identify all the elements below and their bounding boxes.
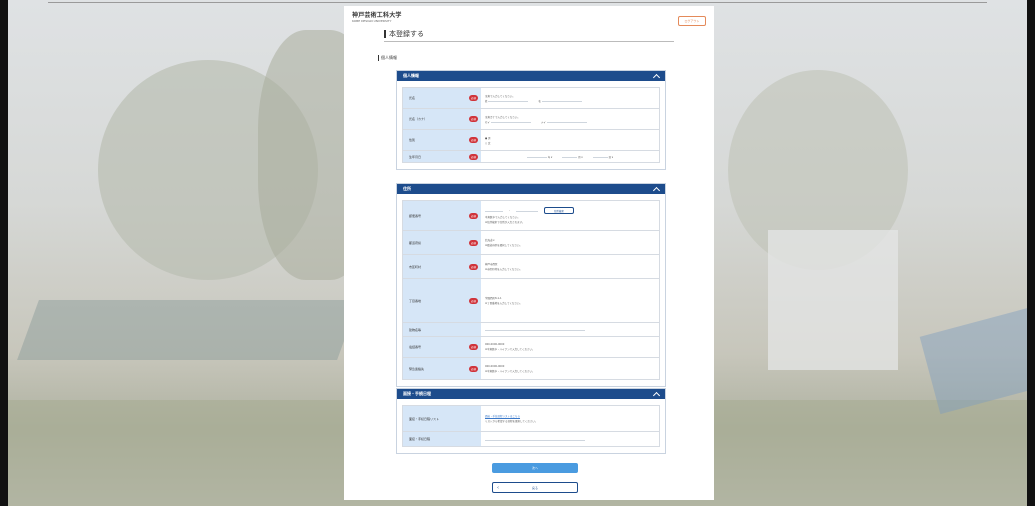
street-input[interactable]: 学園西町8-1-1 [485,296,655,300]
registration-page: 神戸芸術工科大学 KOBE DESIGN UNIVERSITY ログアウト 本登… [344,6,714,500]
field-hint: ※住所検索で住所が入力されます。 [485,221,525,224]
required-badge: 必須 [468,153,478,160]
field-label: 面接・手続日程 [409,437,431,441]
birth-month-select[interactable]: 月 ▾ [562,155,583,159]
field-hint: ※市区町村を入力してください。 [485,268,522,271]
postal-code-input-2[interactable] [515,209,538,212]
personal-info-header[interactable]: 個人情報 [397,71,665,81]
phone-input[interactable]: 000-0000-0000 [485,343,655,346]
field-label: 氏名（カナ） [409,117,428,121]
form-row-birthday: 生年月日 必須 年 ▾ 月 ▾ 日 ▾ [403,151,659,162]
field-label: 市区町村 [409,264,422,269]
gender-radio-female[interactable]: ○ 女 [485,141,655,145]
schedule-list-link[interactable]: 面接・手続日程リストはこちら [485,414,655,418]
required-badge: 必須 [468,297,478,304]
form-row-gender: 性別 必須 ● 男 ○ 女 [403,130,659,151]
field-label: 氏名 [409,96,416,100]
field-label: 都道府県 [409,240,422,245]
required-badge: 必須 [468,116,478,122]
title-divider [384,41,674,42]
form-row-prefecture: 都道府県 必須 北海道 ▾ ※都道府県を選択してください。 [403,231,659,255]
form-row-name-kana: 氏名（カナ） 必須 全角カナで入力してください。 セイ メイ [403,109,659,130]
field-label: 緊急連絡先 [409,366,425,371]
form-row-name: 氏名 必須 全角で入力してください。 姓 名 [403,88,659,109]
logout-button[interactable]: ログアウト [678,16,706,26]
building-input[interactable] [485,328,585,331]
field-hint: ※丁目番地を入力してください。 [485,302,522,305]
back-button[interactable]: ‹ 戻る [492,482,578,493]
required-badge: 必須 [468,365,478,372]
schedule-section: 面接・手続日程 面接・手続日程リスト 面接・手続日程リストはこちら リストから希… [396,388,666,454]
last-name-input[interactable]: 姓 [485,99,529,103]
chevron-up-icon[interactable] [652,391,661,399]
field-label: 面接・手続日程リスト [409,416,440,421]
form-row-street: 丁目番地 必須 学園西町8-1-1 ※丁目番地を入力してください。 [403,279,659,323]
last-name-kana-input[interactable]: セイ [485,120,531,124]
required-badge: 必須 [468,263,478,270]
form-row-postal-code: 郵便番号 必須 - 住所検索 半角数字で入力してください。 ※住所検索で住所が入力… [403,201,659,231]
chevron-left-icon: ‹ [497,484,499,491]
required-badge: 必須 [468,137,478,143]
required-badge: 必須 [468,239,478,246]
form-row-schedule-list: 面接・手続日程リスト 面接・手続日程リストはこちら リストから希望する日程を選択… [403,406,659,432]
section-label: 個人情報 [378,55,397,61]
required-badge: 必須 [468,212,478,219]
section-title: 個人情報 [403,73,419,78]
first-name-input[interactable]: 名 [538,99,582,103]
browser-frame: 神戸芸術工科大学 KOBE DESIGN UNIVERSITY ログアウト 本登… [0,0,1035,506]
field-label: 電話番号 [409,345,422,349]
address-search-button[interactable]: 住所検索 [543,207,574,214]
field-label: 建物名等 [409,327,422,332]
field-hint: 全角で入力してください。 [485,94,515,98]
next-button[interactable]: 次へ [492,463,578,473]
field-label: 生年月日 [409,154,422,159]
field-hint: ※半角数字・ハイフンで入力してください。 [485,348,535,351]
birth-year-select[interactable]: 年 ▾ [526,155,552,159]
required-badge: 必須 [468,344,478,350]
schedule-input[interactable] [485,438,585,441]
field-label: 郵便番号 [409,213,422,218]
form-row-city: 市区町村 必須 神戸市西区 ※市区町村を入力してください。 [403,255,659,279]
schedule-header[interactable]: 面接・手続日程 [397,389,665,399]
first-name-kana-input[interactable]: メイ [541,120,587,124]
form-row-building: 建物名等 [403,323,659,337]
logo-name: 神戸芸術工科大学 [352,12,402,19]
field-hint: 半角数字で入力してください。 [485,216,520,219]
section-title: 面接・手続日程 [403,391,431,396]
address-header[interactable]: 住所 [397,184,665,194]
chevron-up-icon[interactable] [652,186,661,194]
field-hint: ※半角数字・ハイフンで入力してください。 [485,369,535,373]
field-label: 丁目番地 [409,298,422,303]
form-row-emergency-contact: 緊急連絡先 必須 000-0000-0000 ※半角数字・ハイフンで入力してくださ… [403,358,659,379]
form-row-phone: 電話番号 必須 000-0000-0000 ※半角数字・ハイフンで入力してください… [403,337,659,358]
birth-day-select[interactable]: 日 ▾ [592,155,613,159]
field-hint: ※都道府県を選択してください。 [485,244,522,247]
gender-radio-male[interactable]: ● 男 [485,136,655,140]
top-divider [48,2,987,3]
back-label: 戻る [531,485,538,490]
logo-subtitle: KOBE DESIGN UNIVERSITY [352,19,392,23]
required-badge: 必須 [468,95,478,101]
address-section: 住所 郵便番号 必須 - 住所検索 半角数字で入力してください。 ※住所検索で住所… [396,183,666,387]
personal-info-section: 個人情報 氏名 必須 全角で入力してください。 姓 名 氏名（カナ） 必須 全角… [396,70,666,170]
postal-code-input-1[interactable] [485,209,503,212]
prefecture-select[interactable]: 北海道 ▾ [485,238,655,242]
university-logo[interactable]: 神戸芸術工科大学 KOBE DESIGN UNIVERSITY [352,10,402,23]
emergency-contact-input[interactable]: 000-0000-0000 [485,365,655,368]
page-title: 本登録する [384,30,424,38]
chevron-up-icon[interactable] [652,73,661,81]
form-row-schedule: 面接・手続日程 [403,432,659,446]
city-input[interactable]: 神戸市西区 [485,262,655,266]
field-hint: 全角カナで入力してください。 [485,115,520,119]
field-hint: リストから希望する日程を選択してください。 [485,420,538,423]
section-title: 住所 [403,186,411,191]
field-label: 性別 [409,138,416,142]
